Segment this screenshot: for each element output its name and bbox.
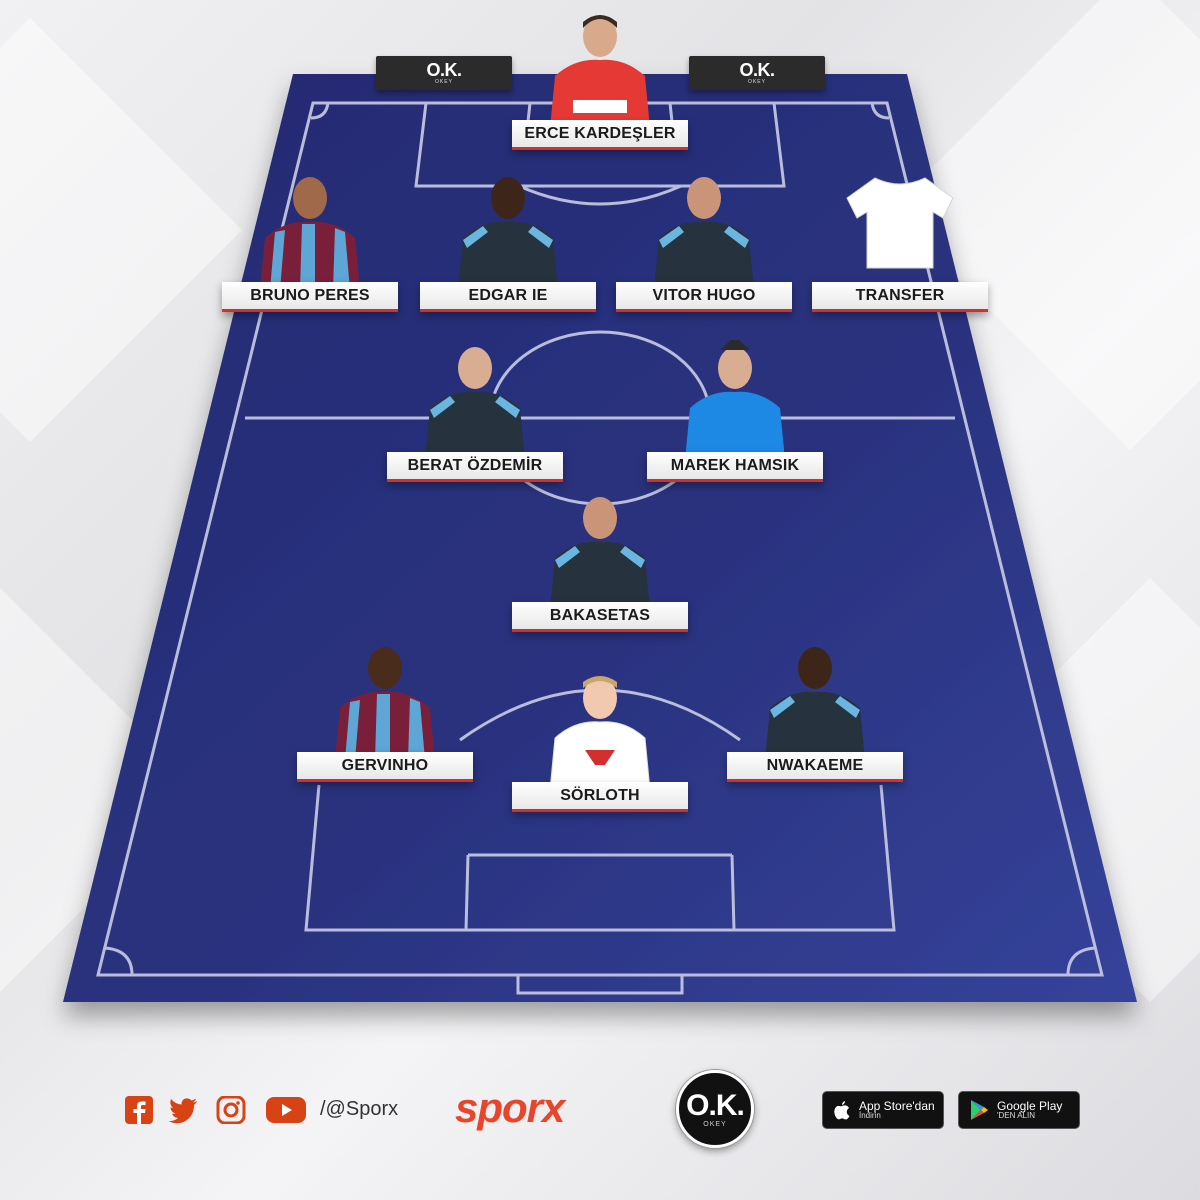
player-name-label: ERCE KARDEŞLER	[512, 120, 688, 150]
player-name-label: BERAT ÖZDEMİR	[387, 452, 563, 482]
shirt-icon	[846, 177, 954, 269]
player-photo	[549, 676, 651, 790]
app-store-line2: İndirin	[859, 1111, 881, 1121]
social-handle[interactable]: /@Sporx	[320, 1098, 398, 1121]
sporx-logo: sporx	[455, 1084, 565, 1131]
player-name-label: SÖRLOTH	[512, 782, 688, 812]
apple-icon	[834, 1101, 850, 1120]
player-photo	[260, 177, 360, 290]
okey-logo-mark: O.K.	[739, 60, 775, 80]
facebook-icon[interactable]	[124, 1096, 154, 1124]
player-name-label: BRUNO PERES	[222, 282, 398, 312]
player-name-label: MAREK HAMSIK	[647, 452, 823, 482]
okey-sponsor-badge-right: O.K. OKEY	[689, 56, 825, 90]
google-play-button[interactable]: Google Play 'DEN ALIN	[958, 1091, 1080, 1129]
player-photo	[550, 15, 650, 128]
okey-logo-mark: O.K.	[686, 1088, 745, 1122]
instagram-icon[interactable]	[216, 1096, 246, 1124]
player-photo	[458, 177, 558, 290]
player-name-label: VITOR HUGO	[616, 282, 792, 312]
player-photo	[765, 647, 865, 760]
okey-logo-sub: OKEY	[435, 79, 453, 85]
player-photo	[685, 340, 785, 460]
player-name-label: GERVINHO	[297, 752, 473, 782]
player-name-label: EDGAR IE	[420, 282, 596, 312]
okey-logo-sub: OKEY	[748, 79, 766, 85]
player-name-label: BAKASETAS	[512, 602, 688, 632]
player-name-label: TRANSFER	[812, 282, 988, 312]
player-photo	[550, 497, 650, 610]
player-photo	[335, 647, 435, 760]
okey-logo-mark: O.K.	[426, 60, 462, 80]
okey-logo-sub: OKEY	[703, 1120, 727, 1128]
youtube-icon[interactable]	[266, 1096, 306, 1124]
twitter-icon[interactable]	[168, 1096, 198, 1124]
okey-round-logo: O.K. OKEY	[676, 1070, 754, 1148]
google-play-line2: 'DEN ALIN	[997, 1111, 1035, 1121]
player-photo	[425, 347, 525, 460]
player-name-label: NWAKAEME	[727, 752, 903, 782]
google-play-icon	[971, 1100, 988, 1120]
player-photo	[654, 177, 754, 290]
okey-sponsor-badge-left: O.K. OKEY	[376, 56, 512, 90]
app-store-button[interactable]: App Store'dan İndirin	[822, 1091, 944, 1129]
